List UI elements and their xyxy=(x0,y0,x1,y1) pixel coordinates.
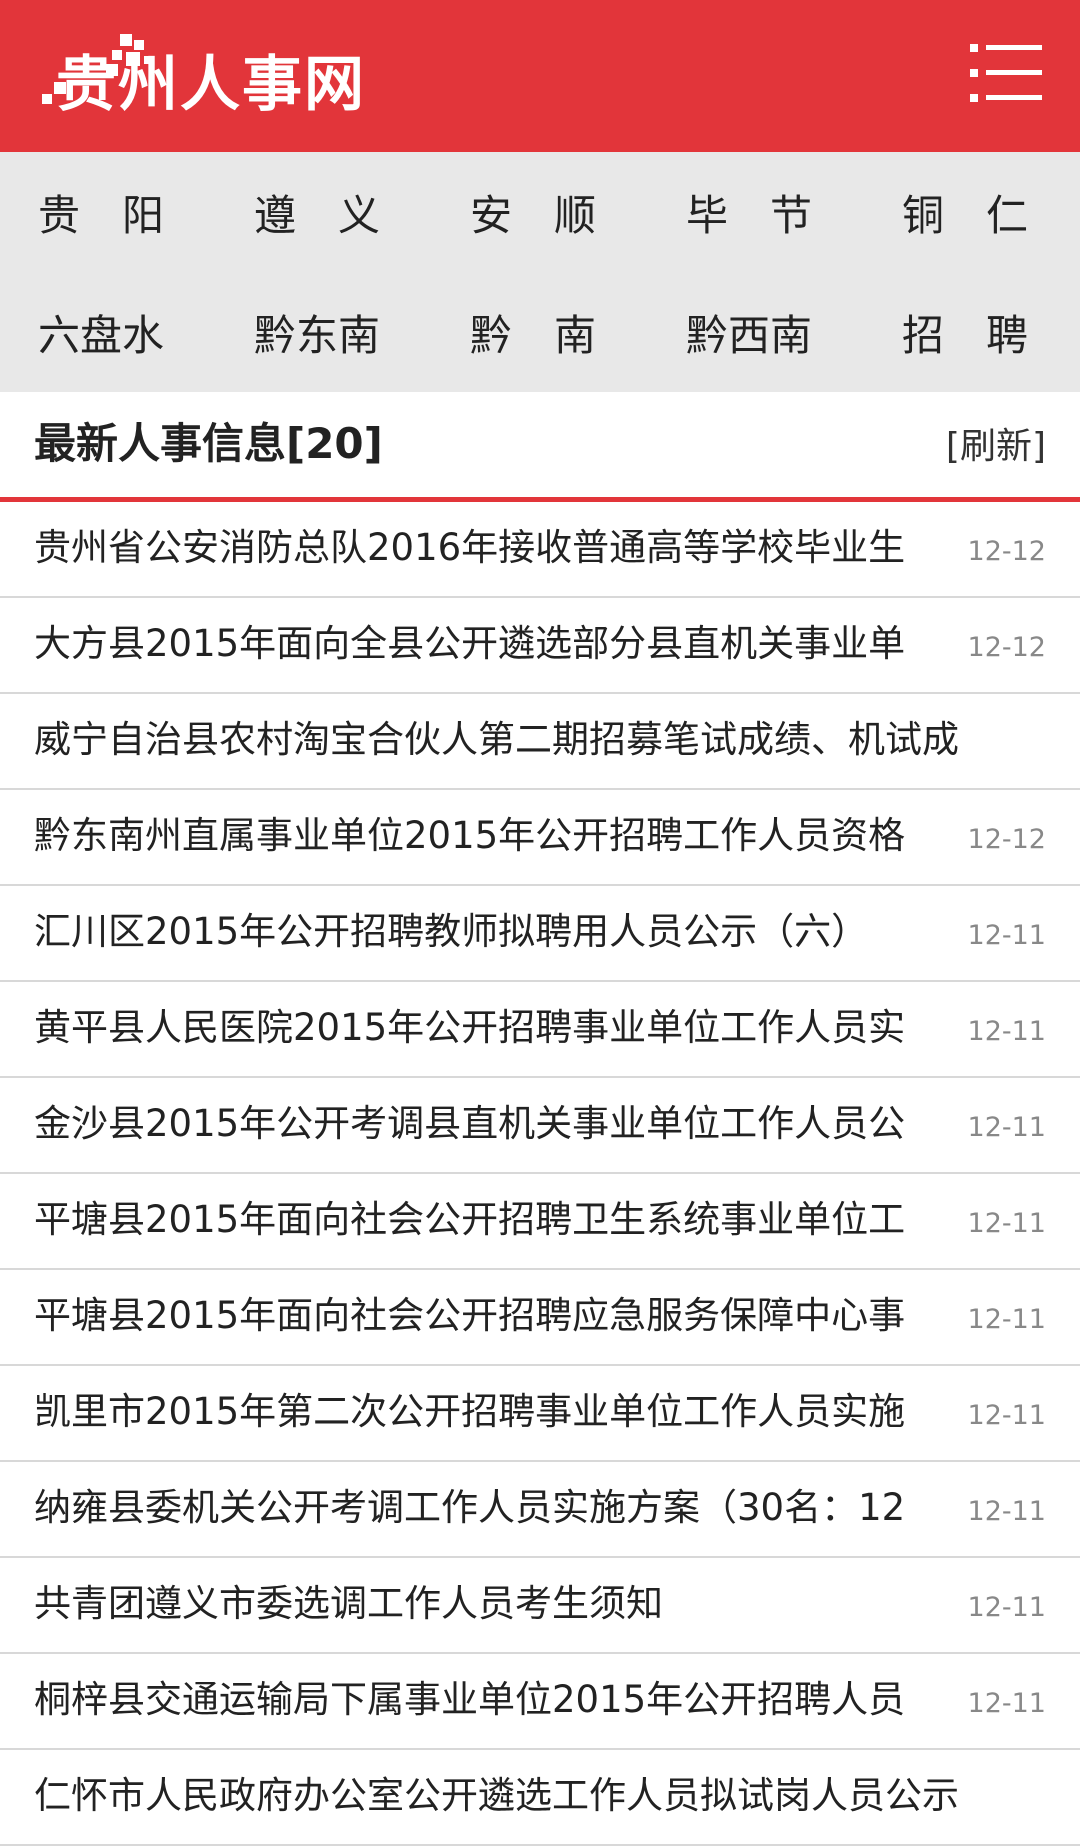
region-nav-row-2: 六盘水 黔东南 黔 南 黔西南 招 聘 xyxy=(0,272,1080,392)
news-title[interactable]: 威宁自治县农村淘宝合伙人第二期招募笔试成绩、机试成 xyxy=(34,708,1046,772)
news-title[interactable]: 凯里市2015年第二次公开招聘事业单位工作人员实施 xyxy=(34,1380,966,1444)
news-title[interactable]: 平塘县2015年面向社会公开招聘应急服务保障中心事 xyxy=(34,1284,966,1348)
news-date: 12-11 xyxy=(967,1496,1046,1527)
site-logo[interactable]: 贵州人事网 xyxy=(42,30,366,130)
nav-item-bijie[interactable]: 毕 节 xyxy=(686,152,826,272)
list-item[interactable]: 汇川区2015年公开招聘教师拟聘用人员公示（六） 12-11 xyxy=(0,886,1080,982)
region-nav: 贵 阳 遵 义 安 顺 毕 节 铜 仁 六盘水 黔东南 黔 南 黔西南 招 聘 xyxy=(0,152,1080,392)
news-title[interactable]: 金沙县2015年公开考调县直机关事业单位工作人员公 xyxy=(34,1092,966,1156)
list-item[interactable]: 黔东南州直属事业单位2015年公开招聘工作人员资格 12-12 xyxy=(0,790,1080,886)
news-date: 12-11 xyxy=(967,1304,1046,1335)
logo-text: 贵州人事网 xyxy=(56,50,366,120)
nav-item-liupanshui[interactable]: 六盘水 xyxy=(38,272,178,392)
news-date: 12-12 xyxy=(967,536,1046,567)
news-title[interactable]: 平塘县2015年面向社会公开招聘卫生系统事业单位工 xyxy=(34,1188,966,1252)
news-title[interactable]: 仁怀市人民政府办公室公开遴选工作人员拟试岗人员公示 xyxy=(34,1764,1046,1828)
nav-item-qiandongnan[interactable]: 黔东南 xyxy=(254,272,394,392)
list-item[interactable]: 凯里市2015年第二次公开招聘事业单位工作人员实施 12-11 xyxy=(0,1366,1080,1462)
news-title[interactable]: 贵州省公安消防总队2016年接收普通高等学校毕业生 xyxy=(34,516,966,580)
list-item[interactable]: 仁怀市人民政府办公室公开遴选工作人员拟试岗人员公示 xyxy=(0,1750,1080,1846)
news-title[interactable]: 桐梓县交通运输局下属事业单位2015年公开招聘人员 xyxy=(34,1668,966,1732)
news-title[interactable]: 汇川区2015年公开招聘教师拟聘用人员公示（六） xyxy=(34,900,966,964)
hamburger-menu-icon[interactable] xyxy=(970,44,1042,102)
site-header: 贵州人事网 xyxy=(0,0,1080,152)
list-item[interactable]: 平塘县2015年面向社会公开招聘应急服务保障中心事 12-11 xyxy=(0,1270,1080,1366)
news-title[interactable]: 共青团遵义市委选调工作人员考生须知 xyxy=(34,1572,966,1636)
list-item[interactable]: 威宁自治县农村淘宝合伙人第二期招募笔试成绩、机试成 xyxy=(0,694,1080,790)
region-nav-row-1: 贵 阳 遵 义 安 顺 毕 节 铜 仁 xyxy=(0,152,1080,272)
news-title[interactable]: 大方县2015年面向全县公开遴选部分县直机关事业单 xyxy=(34,612,966,676)
news-date: 12-12 xyxy=(967,632,1046,663)
section-title: 最新人事信息[20] xyxy=(34,419,383,468)
list-item[interactable]: 纳雍县委机关公开考调工作人员实施方案（30名：12 12-11 xyxy=(0,1462,1080,1558)
list-item[interactable]: 黄平县人民医院2015年公开招聘事业单位工作人员实 12-11 xyxy=(0,982,1080,1078)
nav-item-qianxinan[interactable]: 黔西南 xyxy=(686,272,826,392)
news-date: 12-11 xyxy=(967,1400,1046,1431)
list-item[interactable]: 平塘县2015年面向社会公开招聘卫生系统事业单位工 12-11 xyxy=(0,1174,1080,1270)
nav-item-tongren[interactable]: 铜 仁 xyxy=(902,152,1042,272)
news-date: 12-11 xyxy=(967,1208,1046,1239)
list-item[interactable]: 金沙县2015年公开考调县直机关事业单位工作人员公 12-11 xyxy=(0,1078,1080,1174)
list-item[interactable]: 共青团遵义市委选调工作人员考生须知 12-11 xyxy=(0,1558,1080,1654)
list-item[interactable]: 桐梓县交通运输局下属事业单位2015年公开招聘人员 12-11 xyxy=(0,1654,1080,1750)
list-item[interactable]: 大方县2015年面向全县公开遴选部分县直机关事业单 12-12 xyxy=(0,598,1080,694)
news-list: 贵州省公安消防总队2016年接收普通高等学校毕业生 12-12 大方县2015年… xyxy=(0,502,1080,1846)
nav-item-zhaopin[interactable]: 招 聘 xyxy=(902,272,1042,392)
news-date: 12-11 xyxy=(967,920,1046,951)
list-item[interactable]: 贵州省公安消防总队2016年接收普通高等学校毕业生 12-12 xyxy=(0,502,1080,598)
news-date: 12-12 xyxy=(967,824,1046,855)
news-title[interactable]: 黄平县人民医院2015年公开招聘事业单位工作人员实 xyxy=(34,996,966,1060)
news-date: 12-11 xyxy=(967,1592,1046,1623)
news-date: 12-11 xyxy=(967,1016,1046,1047)
news-date: 12-11 xyxy=(967,1688,1046,1719)
news-title[interactable]: 纳雍县委机关公开考调工作人员实施方案（30名：12 xyxy=(34,1476,966,1540)
nav-item-qiannan[interactable]: 黔 南 xyxy=(470,272,610,392)
latest-news-header: 最新人事信息[20] [刷新] xyxy=(0,392,1080,502)
nav-item-guiyang[interactable]: 贵 阳 xyxy=(38,152,178,272)
nav-item-zunyi[interactable]: 遵 义 xyxy=(254,152,394,272)
refresh-button[interactable]: [刷新] xyxy=(946,420,1046,474)
news-date: 12-11 xyxy=(967,1112,1046,1143)
nav-item-anshun[interactable]: 安 顺 xyxy=(470,152,610,272)
news-title[interactable]: 黔东南州直属事业单位2015年公开招聘工作人员资格 xyxy=(34,804,966,868)
